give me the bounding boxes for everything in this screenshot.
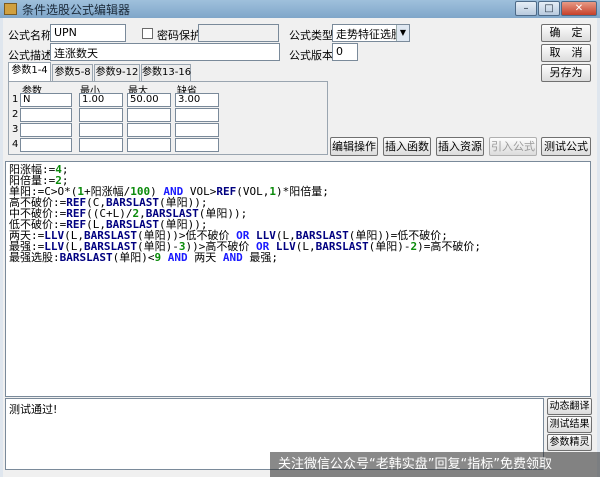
edit-operations-button[interactable]: 编辑操作 [330, 137, 378, 156]
param-default-cell[interactable] [175, 138, 219, 152]
cancel-button[interactable]: 取 消 [541, 44, 591, 62]
param-default-cell[interactable] [175, 108, 219, 122]
close-icon: ✕ [574, 3, 584, 14]
param-min-cell[interactable]: 1.00 [79, 93, 123, 107]
param-wizard-button[interactable]: 参数精灵 [547, 434, 592, 451]
ok-button[interactable]: 确 定 [541, 24, 591, 42]
param-name-cell[interactable] [20, 138, 72, 152]
code-token: )*阳倍量; [275, 185, 329, 198]
test-result-button[interactable]: 测试结果 [547, 416, 592, 433]
param-default-cell[interactable]: 3.00 [175, 93, 219, 107]
test-formula-button[interactable]: 测试公式 [541, 137, 591, 156]
param-min-cell[interactable] [79, 123, 123, 137]
tab-params-9-12[interactable]: 参数9-12 [94, 64, 140, 81]
formula-desc-label: 公式描述 [8, 49, 52, 62]
param-row-number: 1 [12, 94, 19, 105]
formula-type-label: 公式类型 [289, 29, 333, 42]
tab-params-13-16[interactable]: 参数13-16 [141, 64, 191, 81]
formula-type-value: 走势特征选股 [336, 28, 402, 41]
param-row-number: 3 [12, 124, 19, 135]
import-formula-button[interactable]: 引入公式 [489, 137, 537, 156]
code-token: REF [216, 185, 237, 198]
param-name-cell[interactable]: N [20, 93, 72, 107]
window-title: 条件选股公式编辑器 [22, 3, 131, 17]
minimize-icon: – [523, 3, 529, 14]
param-row-number: 2 [12, 109, 19, 120]
formula-editor[interactable]: 阳涨幅:=4; 阳倍量:=2; 单阳:=C>O*(1+阳涨幅/100) AND VO… [5, 161, 591, 397]
param-name-cell[interactable] [20, 108, 72, 122]
code-token: BARSLAST [315, 240, 369, 253]
param-min-cell[interactable] [79, 108, 123, 122]
password-field[interactable] [198, 24, 279, 42]
password-label: 密码保护 [157, 29, 201, 42]
close-button[interactable]: ✕ [561, 1, 597, 16]
save-as-button[interactable]: 另存为 [541, 64, 591, 82]
formula-name-label: 公式名称 [8, 29, 52, 42]
param-max-cell[interactable] [127, 123, 171, 137]
param-max-cell[interactable] [127, 138, 171, 152]
tab-params-1-4[interactable]: 参数1-4 [8, 62, 51, 82]
code-token: (L, [295, 240, 316, 253]
formula-version-input[interactable]: 0 [332, 43, 358, 61]
formula-version-label: 公式版本 [289, 49, 333, 62]
formula-desc-input[interactable]: 连涨数天 [50, 43, 280, 61]
code-token: (VOL, [236, 185, 270, 198]
code-token: AND [222, 251, 243, 264]
insert-function-button[interactable]: 插入函数 [383, 137, 431, 156]
dynamic-translate-button[interactable]: 动态翻译 [547, 398, 592, 415]
code-token: 1 [269, 185, 276, 198]
code-token: (单阳)< [112, 251, 155, 264]
formula-name-input[interactable]: UPN [50, 24, 126, 42]
maximize-icon: □ [544, 3, 554, 14]
param-default-cell[interactable] [175, 123, 219, 137]
param-max-cell[interactable] [127, 108, 171, 122]
param-max-cell[interactable]: 50.00 [127, 93, 171, 107]
insert-resource-button[interactable]: 插入资源 [436, 137, 484, 156]
code-token: BARSLAST [59, 251, 113, 264]
password-checkbox[interactable] [142, 28, 153, 39]
chevron-down-icon[interactable]: ▼ [396, 25, 409, 41]
param-name-cell[interactable] [20, 123, 72, 137]
minimize-button[interactable]: – [515, 1, 537, 16]
param-row-number: 4 [12, 139, 19, 150]
code-token: 最强; [242, 251, 278, 264]
code-token: 两天 [187, 251, 223, 264]
code-token: AND [167, 251, 188, 264]
tab-params-5-8[interactable]: 参数5-8 [52, 64, 93, 81]
param-min-cell[interactable] [79, 138, 123, 152]
code-token: LLV [275, 240, 296, 253]
code-line: 最强选股:BARSLAST(单阳)<9 AND 两天 AND 最强; [9, 252, 587, 263]
code-token: )=高不破价; [417, 240, 481, 253]
code-token: (单阳)- [368, 240, 411, 253]
code-line: 阳涨幅:=4; [9, 164, 587, 175]
watermark-banner: 关注微信公众号“老韩实盘”回复“指标”免费领取 [270, 452, 600, 477]
app-icon [4, 3, 17, 15]
code-token: 最强选股: [9, 251, 60, 264]
maximize-button[interactable]: □ [538, 1, 560, 16]
test-output-text: 测试通过! [9, 403, 58, 416]
